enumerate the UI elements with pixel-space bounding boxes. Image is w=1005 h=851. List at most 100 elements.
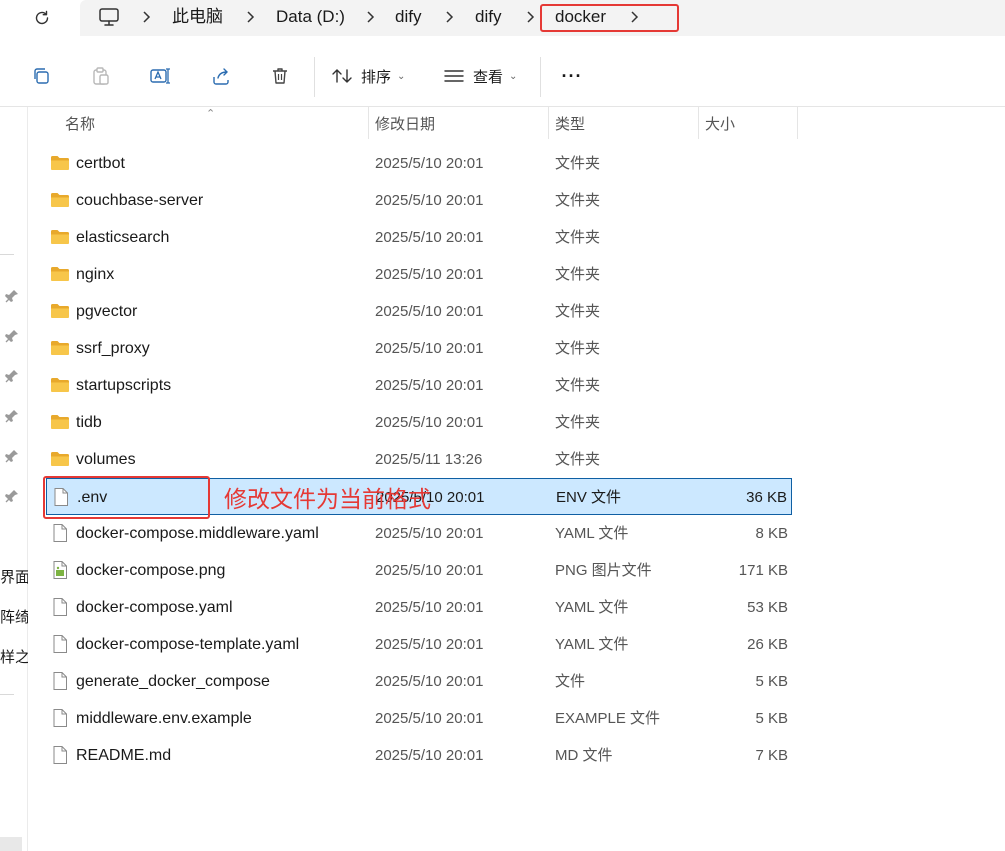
nav-item-partial[interactable]: 样之 [0,646,28,667]
file-row[interactable]: elasticsearch 2025/5/10 20:01 文件夹 [46,219,792,256]
file-row[interactable]: certbot 2025/5/10 20:01 文件夹 [46,145,792,182]
file-modified-date: 2025/5/10 20:01 [375,747,484,764]
nav-item-partial[interactable]: 界面 [0,566,28,587]
file-modified-date: 2025/5/10 20:01 [375,377,484,394]
toolbar-separator [540,57,541,97]
file-row[interactable]: docker-compose.yaml 2025/5/10 20:01 YAML 文… [46,589,792,626]
file-name: docker-compose.middleware.yaml [76,525,319,542]
file-type: 文件夹 [555,340,601,357]
file-modified-date: 2025/5/10 20:01 [375,192,484,209]
file-row[interactable]: README.md 2025/5/10 20:01 MD 文件 7 KB [46,737,792,774]
view-label: 查看 [473,68,504,86]
file-type: 文件夹 [555,155,601,172]
file-modified-date: 2025/5/10 20:01 [375,340,484,357]
sort-icon [332,69,352,83]
chevron-right-icon[interactable] [524,9,538,25]
file-size: 53 KB [747,599,788,616]
file-name: elasticsearch [76,229,170,246]
file-row[interactable]: docker-compose.middleware.yaml 2025/5/10 … [46,515,792,552]
paste-button[interactable] [88,63,114,89]
file-row[interactable]: docker-compose-template.yaml 2025/5/10 20… [46,626,792,663]
file-modified-date: 2025/5/10 20:01 [375,636,484,653]
column-divider[interactable] [548,107,549,139]
file-size: 5 KB [755,710,788,727]
file-type: 文件夹 [555,377,601,394]
rename-button[interactable] [147,63,173,89]
file-type: EXAMPLE 文件 [555,710,661,727]
file-row[interactable]: volumes 2025/5/11 13:26 文件夹 [46,441,792,478]
chevron-right-icon[interactable] [244,9,258,25]
column-divider[interactable] [797,107,798,139]
file-row[interactable]: middleware.env.example 2025/5/10 20:01 EXA… [46,700,792,737]
column-header-size[interactable]: 大小 [705,107,735,143]
file-name: tidb [76,414,102,431]
sort-label: 排序 [361,68,392,86]
copy-icon [34,68,49,84]
folder-icon [50,154,70,172]
folder-icon [50,339,70,357]
pin-icon[interactable] [4,488,20,504]
chevron-down-icon: ⌄ [397,70,406,82]
breadcrumb-item-dify-sub[interactable]: dify [475,5,501,29]
column-header-modified[interactable]: 修改日期 [375,107,435,143]
file-row[interactable]: startupscripts 2025/5/10 20:01 文件夹 [46,367,792,404]
trash-icon [273,68,287,84]
file-row[interactable]: docker-compose.png 2025/5/10 20:01 PNG 图片文… [46,552,792,589]
file-modified-date: 2025/5/10 20:01 [375,266,484,283]
pin-icon[interactable] [4,448,20,464]
copy-button[interactable] [28,63,54,89]
file-row[interactable]: generate_docker_compose 2025/5/10 20:01 文件… [46,663,792,700]
file-type: 文件夹 [555,414,601,431]
column-divider[interactable] [698,107,699,139]
nav-item-partial[interactable]: 阵绮 [0,606,28,627]
file-size: 7 KB [755,747,788,764]
chevron-right-icon[interactable] [443,9,457,25]
file-type: 文件夹 [555,266,601,283]
file-modified-date: 2025/5/10 20:01 [375,303,484,320]
scrollbar[interactable] [0,837,22,851]
file-row[interactable]: ssrf_proxy 2025/5/10 20:01 文件夹 [46,330,792,367]
pin-icon[interactable] [4,288,20,304]
file-row[interactable]: couchbase-server 2025/5/10 20:01 文件夹 [46,182,792,219]
view-list-icon [444,70,464,82]
pin-icon[interactable] [4,408,20,424]
pin-icon[interactable] [4,368,20,384]
file-row[interactable]: nginx 2025/5/10 20:01 文件夹 [46,256,792,293]
file-row[interactable]: tidb 2025/5/10 20:01 文件夹 [46,404,792,441]
file-name: generate_docker_compose [76,673,270,690]
file-name: ssrf_proxy [76,340,150,357]
file-modified-date: 2025/5/10 20:01 [375,414,484,431]
command-bar: 排序 ⌄ 查看 ⌄ ··· [0,45,1005,107]
address-bar: 此电脑 Data (D:) dify dify docker [0,0,1005,40]
pin-icon[interactable] [4,328,20,344]
sort-ascending-icon: ⌃ [206,108,216,120]
file-row[interactable]: pgvector 2025/5/10 20:01 文件夹 [46,293,792,330]
breadcrumb-item-dify[interactable]: dify [395,5,421,29]
file-modified-date: 2025/5/10 20:01 [375,525,484,542]
breadcrumb-item-drive[interactable]: Data (D:) [276,5,345,29]
chevron-right-icon[interactable] [364,9,378,25]
sort-button[interactable]: 排序 ⌄ [331,63,411,89]
paste-icon [93,67,109,85]
file-type: 文件夹 [555,229,601,246]
file-icon [50,672,70,690]
refresh-button[interactable] [28,6,56,30]
share-icon [213,68,229,85]
view-button[interactable]: 查看 ⌄ [443,63,523,89]
column-header-name[interactable]: 名称 [65,107,95,143]
column-header-type[interactable]: 类型 [555,107,585,143]
file-type: 文件 [555,673,586,690]
file-name: volumes [76,451,136,468]
file-name: pgvector [76,303,138,320]
file-size: 171 KB [738,562,788,579]
breadcrumb-item-this-pc[interactable]: 此电脑 [172,5,223,29]
column-divider[interactable] [368,107,369,139]
more-options-button[interactable]: ··· [558,63,586,89]
chevron-down-icon: ⌄ [509,70,518,82]
share-button[interactable] [208,63,234,89]
delete-button[interactable] [267,63,293,89]
file-size: 26 KB [747,636,788,653]
chevron-right-icon[interactable] [140,9,154,25]
file-name: docker-compose.png [76,562,226,579]
column-headers: ⌃ 名称 修改日期 类型 大小 [28,107,1005,143]
